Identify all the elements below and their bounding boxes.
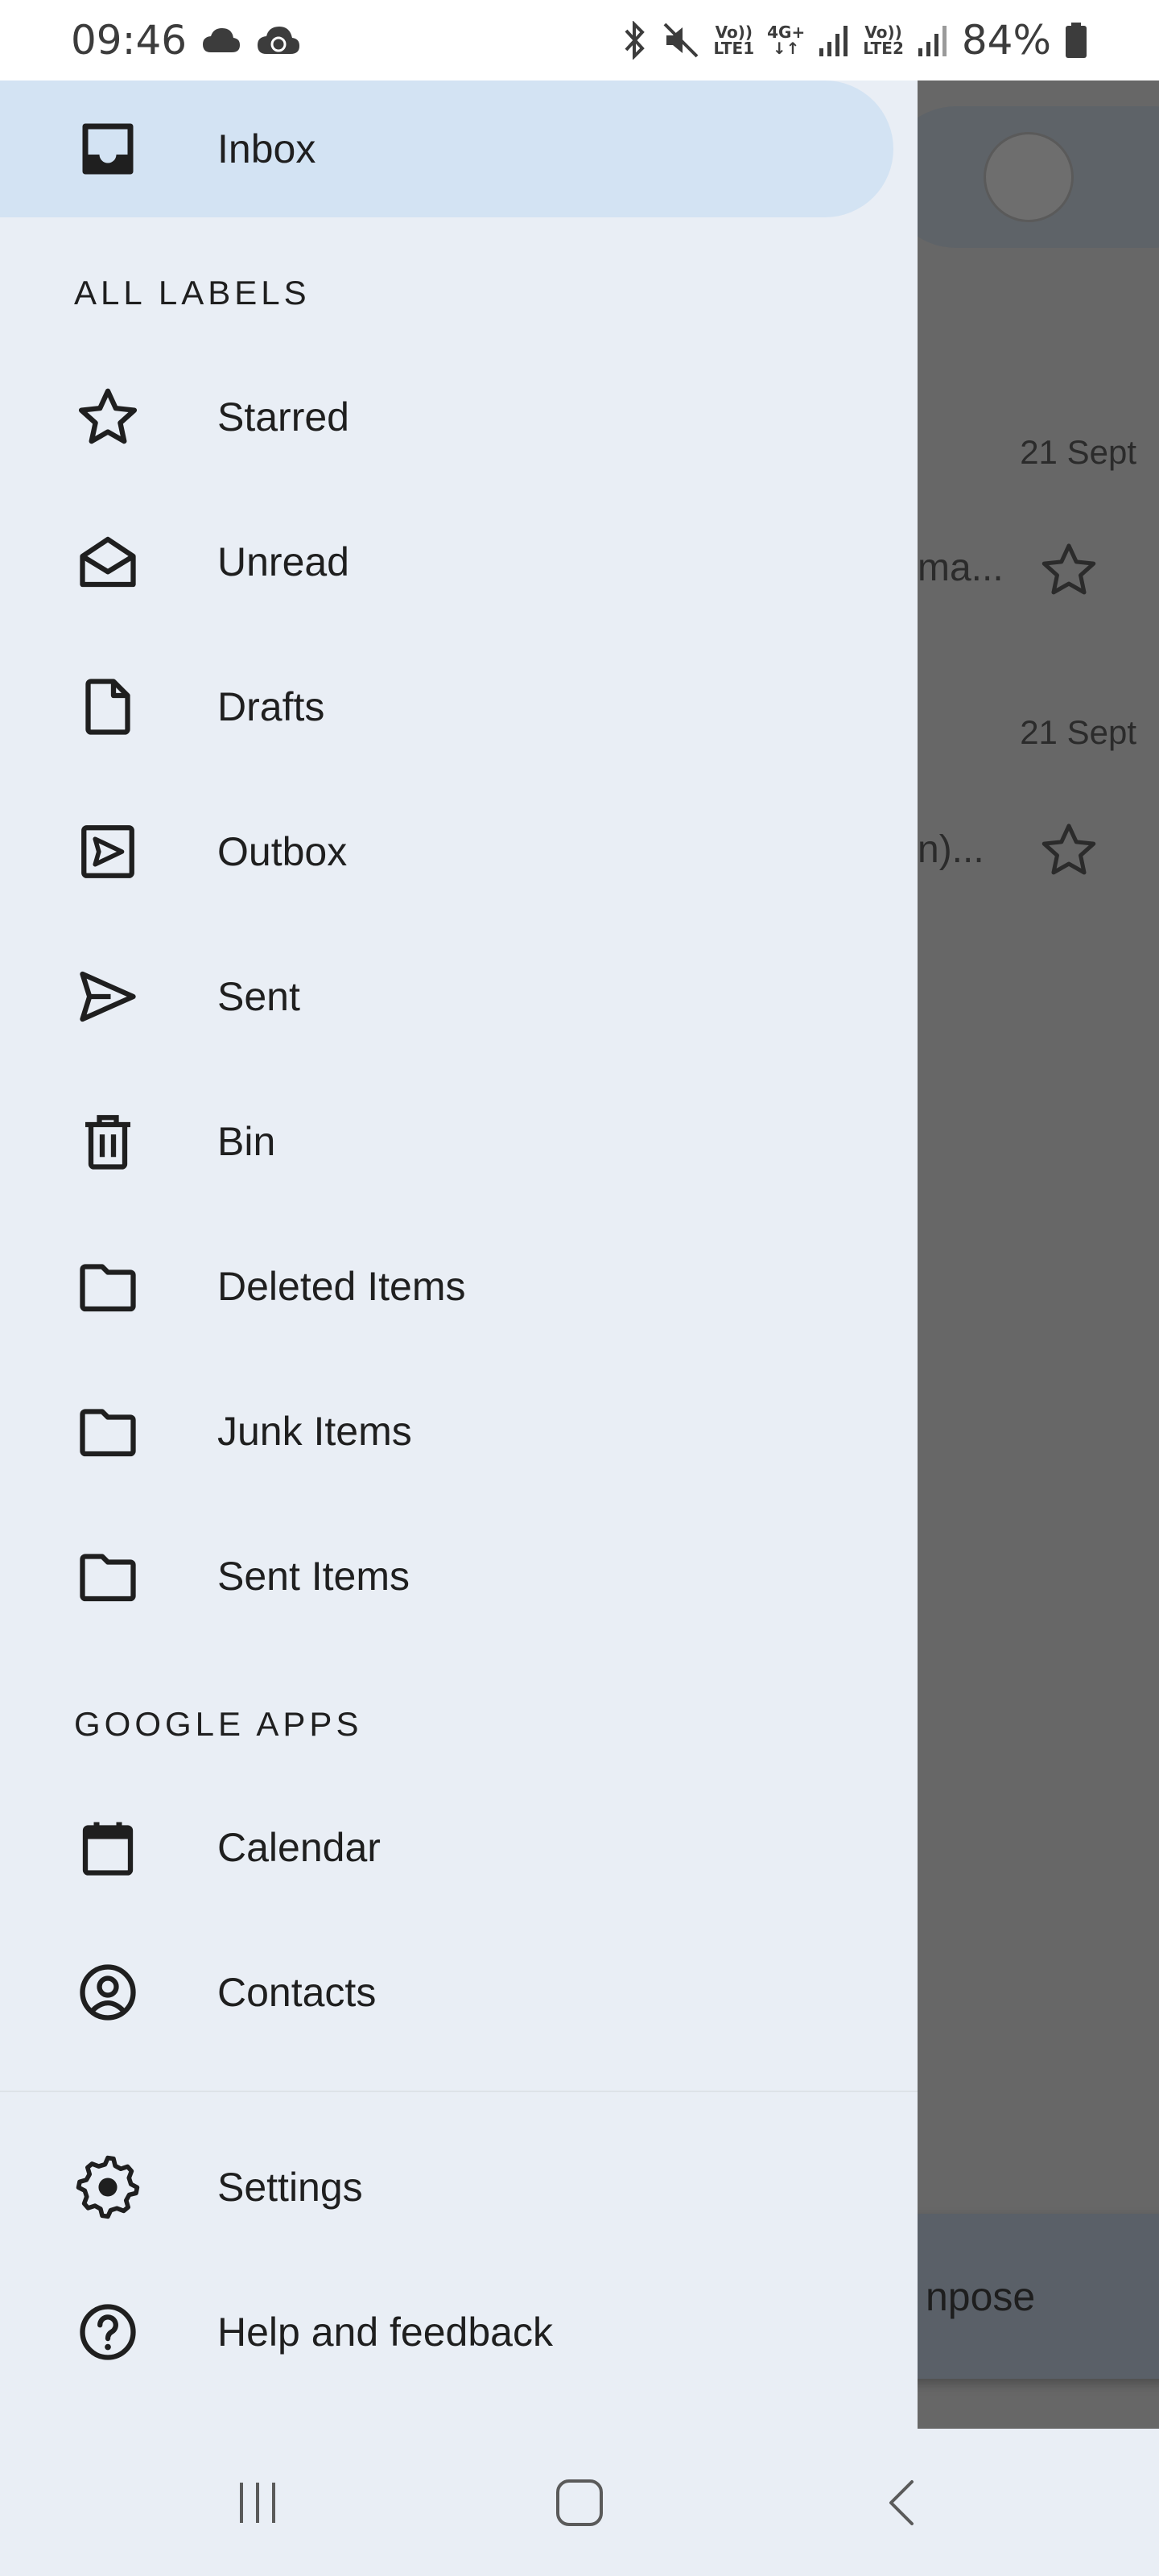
- drawer-item-label: Inbox: [217, 126, 316, 171]
- signal-icon-2: [918, 26, 947, 56]
- folder-icon: [74, 1253, 142, 1320]
- drawer-item-inbox[interactable]: Inbox: [0, 80, 893, 217]
- status-time: 09:46: [71, 17, 188, 64]
- drawer-item-drafts[interactable]: Drafts: [0, 638, 893, 775]
- drawer-item-label: Junk Items: [217, 1409, 412, 1454]
- google-apps-header: GOOGLE APPS: [74, 1705, 363, 1743]
- drawer-item-starred[interactable]: Starred: [0, 349, 893, 485]
- draft-document-icon: [74, 673, 142, 741]
- outbox-icon: [74, 818, 142, 886]
- cloud-sync-icon: [258, 27, 300, 54]
- background-email-list[interactable]: 21 Sept ma... 21 Sept n)... npose: [918, 80, 1159, 2429]
- all-labels-header: ALL LABELS: [74, 274, 311, 312]
- background-avatar: [984, 132, 1074, 222]
- drawer-item-label: Calendar: [217, 1825, 381, 1870]
- recent-apps-button[interactable]: [209, 2454, 306, 2551]
- drawer-item-bin[interactable]: Bin: [0, 1073, 893, 1210]
- drawer-item-label: Bin: [217, 1119, 276, 1164]
- drawer-item-calendar[interactable]: Calendar: [0, 1779, 893, 1916]
- open-envelope-icon: [74, 528, 142, 596]
- calendar-icon: [74, 1814, 142, 1881]
- send-icon: [74, 963, 142, 1030]
- drawer-item-sent[interactable]: Sent: [0, 928, 893, 1065]
- compose-label: npose: [926, 2273, 1036, 2319]
- background-star-icon-2: [1041, 824, 1096, 875]
- drawer-item-outbox[interactable]: Outbox: [0, 783, 893, 920]
- home-icon: [556, 2479, 603, 2526]
- drawer-item-deleted-items[interactable]: Deleted Items: [0, 1218, 893, 1355]
- back-button[interactable]: [853, 2454, 950, 2551]
- drawer-item-label: Contacts: [217, 1970, 377, 2015]
- battery-icon: [1066, 23, 1087, 58]
- drawer-item-label: Starred: [217, 394, 349, 440]
- background-email-date-2: 21 Sept: [1020, 713, 1136, 751]
- background-compose-button: npose: [918, 2214, 1159, 2379]
- network-indicator-2: 4G+ ↓↑: [767, 23, 806, 58]
- drawer-item-label: Deleted Items: [217, 1264, 466, 1309]
- drawer-item-label: Outbox: [217, 829, 348, 874]
- drawer-item-label: Drafts: [217, 684, 325, 729]
- drawer-item-label: Settings: [217, 2165, 363, 2210]
- drawer-item-label: Help and feedback: [217, 2310, 553, 2355]
- status-bar: 09:46 Vo)) LTE1 4G+ ↓↑ Vo)) LTE2 84%: [0, 0, 1159, 80]
- status-right: Vo)) LTE1 4G+ ↓↑ Vo)) LTE2 84%: [621, 17, 1088, 64]
- folder-icon: [74, 1542, 142, 1610]
- drawer-item-label: Unread: [217, 539, 349, 584]
- signal-icon: [819, 26, 848, 56]
- inbox-icon: [74, 115, 142, 183]
- battery-percent: 84%: [961, 17, 1051, 64]
- background-star-icon-1: [1041, 543, 1096, 595]
- mute-icon: [664, 23, 699, 58]
- drawer-item-contacts[interactable]: Contacts: [0, 1924, 893, 2061]
- star-icon: [74, 383, 142, 451]
- trash-icon: [74, 1108, 142, 1175]
- drawer-item-unread[interactable]: Unread: [0, 493, 893, 630]
- background-email-date-1: 21 Sept: [1020, 433, 1136, 471]
- drawer-item-label: Sent: [217, 974, 300, 1019]
- background-email-snippet-2: n)...: [918, 828, 984, 871]
- back-icon: [889, 2479, 914, 2525]
- gear-icon: [74, 2153, 142, 2221]
- drawer-divider: [0, 2091, 918, 2092]
- drawer-item-junk-items[interactable]: Junk Items: [0, 1363, 893, 1500]
- drawer-item-help-and-feedback[interactable]: Help and feedback: [0, 2264, 893, 2401]
- network-indicator-1: Vo)) LTE1: [713, 23, 755, 58]
- bluetooth-icon: [625, 21, 645, 60]
- drawer-item-settings[interactable]: Settings: [0, 2119, 893, 2256]
- home-button[interactable]: [531, 2454, 628, 2551]
- background-email-snippet-1: ma...: [918, 547, 1004, 589]
- drawer-item-label: Sent Items: [217, 1554, 410, 1599]
- help-icon: [74, 2298, 142, 2366]
- contacts-icon: [74, 1959, 142, 2026]
- navigation-drawer: Inbox ALL LABELS Starred Unread Drafts O…: [0, 80, 918, 2429]
- drawer-item-sent-items[interactable]: Sent Items: [0, 1508, 893, 1645]
- network-indicator-3: Vo)) LTE2: [863, 23, 904, 58]
- folder-icon: [74, 1397, 142, 1465]
- status-left: 09:46: [71, 17, 301, 64]
- cloud-icon: [203, 28, 241, 52]
- recent-apps-icon: [240, 2482, 275, 2523]
- system-navigation-bar: [0, 2429, 1159, 2576]
